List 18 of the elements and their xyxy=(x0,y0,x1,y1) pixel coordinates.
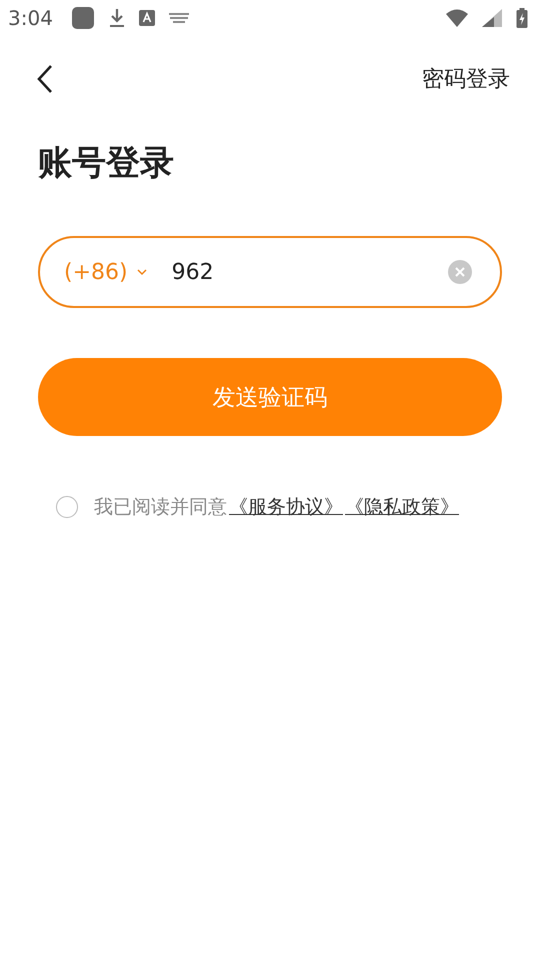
clear-icon[interactable] xyxy=(448,260,472,284)
wifi-icon xyxy=(446,9,468,27)
phone-number-value: 962 xyxy=(172,260,215,284)
app-notification-icon xyxy=(70,6,95,30)
agreement-link[interactable]: 《服务协议》 xyxy=(229,494,343,520)
phone-input-field[interactable]: (+86) 962 xyxy=(38,236,502,308)
battery-icon xyxy=(516,8,528,28)
keyboard-icon xyxy=(168,13,189,23)
password-login-link[interactable]: 密码登录 xyxy=(422,64,510,94)
text-a-icon xyxy=(138,10,155,26)
agreement-checkbox[interactable] xyxy=(56,496,78,518)
agreement-link[interactable]: 《隐私政策》 xyxy=(345,494,459,520)
status-time: 3:04 xyxy=(8,6,53,30)
chevron-down-icon[interactable] xyxy=(136,268,148,276)
agreement-text: 我已阅读并同意 xyxy=(94,495,227,520)
signal-icon xyxy=(482,9,502,27)
page-title: 账号登录 xyxy=(38,142,175,185)
download-icon xyxy=(108,8,125,28)
